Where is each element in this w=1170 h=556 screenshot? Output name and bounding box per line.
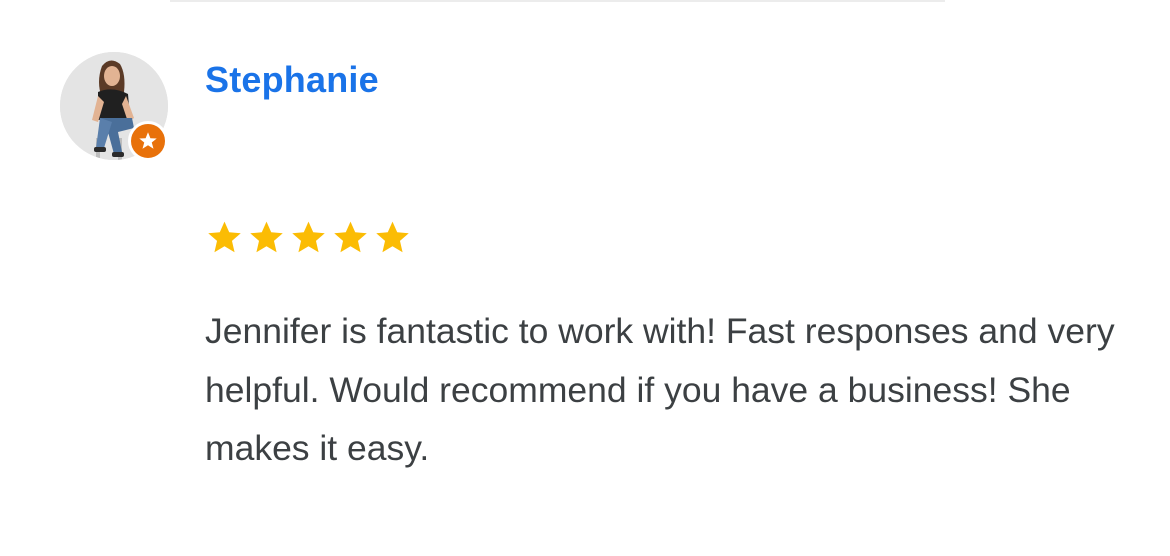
star-rating	[205, 218, 412, 257]
star-icon	[334, 221, 367, 253]
reviewer-name[interactable]: Stephanie	[205, 58, 379, 102]
reviewer-avatar[interactable]	[60, 52, 168, 161]
local-guide-badge	[128, 121, 168, 161]
star-icon	[250, 221, 283, 253]
star-icon	[208, 221, 241, 253]
star-icon	[292, 221, 325, 253]
star-icon	[376, 221, 409, 253]
review-text: Jennifer is fantastic to work with! Fast…	[205, 311, 1115, 468]
local-guide-star-icon	[139, 132, 157, 149]
top-divider	[170, 0, 945, 2]
